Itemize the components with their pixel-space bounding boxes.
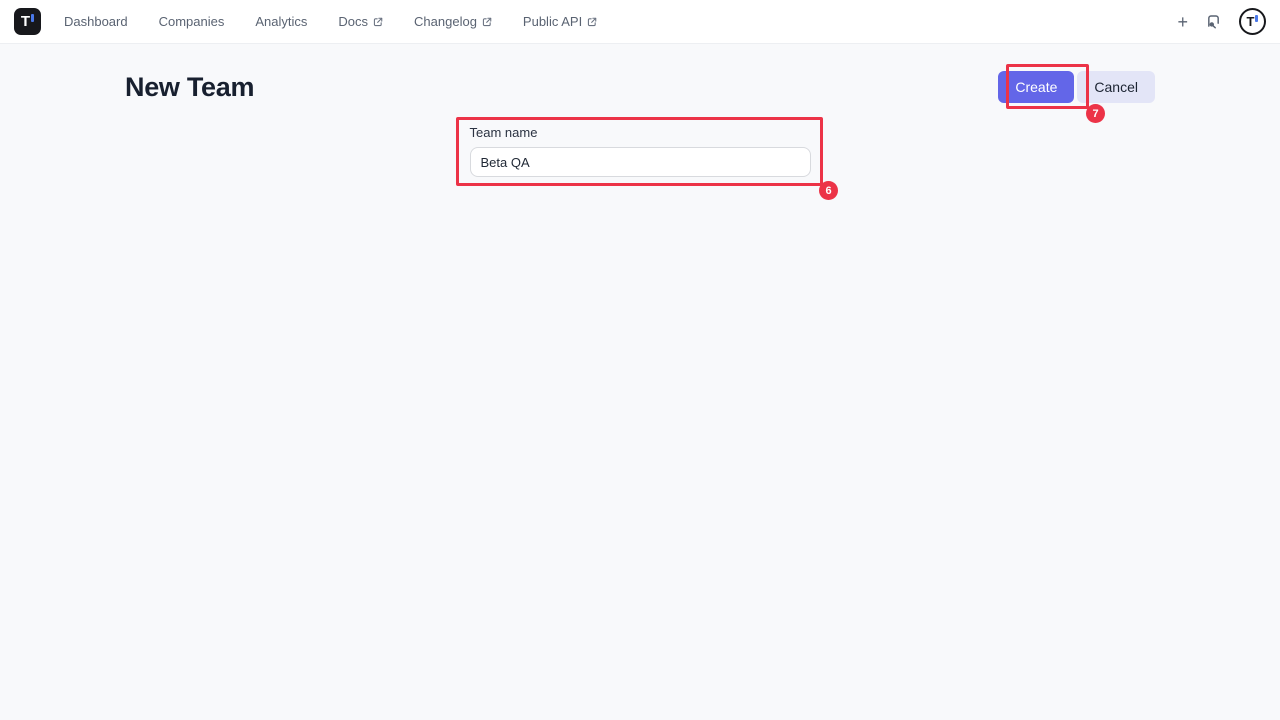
avatar-accent	[1255, 15, 1258, 22]
new-team-form: Team name	[470, 125, 811, 177]
app-logo[interactable]: T	[14, 8, 41, 35]
page-actions: Create Cancel	[998, 71, 1155, 103]
page-header: New Team Create Cancel	[125, 71, 1155, 103]
nav-item-dashboard[interactable]: Dashboard	[64, 14, 128, 29]
nav-item-docs-label: Docs	[338, 14, 368, 29]
team-name-label: Team name	[470, 125, 811, 140]
nav-item-changelog[interactable]: Changelog	[414, 14, 492, 29]
nav-item-docs[interactable]: Docs	[338, 14, 383, 29]
nav-item-companies-label: Companies	[159, 14, 225, 29]
page-title: New Team	[125, 72, 254, 103]
cancel-button[interactable]: Cancel	[1077, 71, 1155, 103]
nav-item-analytics[interactable]: Analytics	[255, 14, 307, 29]
external-link-icon	[482, 17, 492, 27]
topbar-right-group: + T	[1177, 8, 1266, 35]
app-logo-letter: T	[21, 13, 30, 30]
nav-item-analytics-label: Analytics	[255, 14, 307, 29]
external-link-icon	[587, 17, 597, 27]
user-avatar[interactable]: T	[1239, 8, 1266, 35]
external-link-icon	[373, 17, 383, 27]
nav-item-companies[interactable]: Companies	[159, 14, 225, 29]
nav-item-changelog-label: Changelog	[414, 14, 477, 29]
nav-item-public-api[interactable]: Public API	[523, 14, 597, 29]
nav-item-public-api-label: Public API	[523, 14, 582, 29]
avatar-letter: T	[1247, 14, 1255, 29]
team-name-input[interactable]	[470, 147, 811, 177]
main-content: New Team Create Cancel Team name	[125, 71, 1155, 177]
nav-item-dashboard-label: Dashboard	[64, 14, 128, 29]
top-navigation-bar: T Dashboard Companies Analytics Docs Cha…	[0, 0, 1280, 44]
annotation-badge-6: 6	[819, 181, 838, 200]
create-button[interactable]: Create	[998, 71, 1074, 103]
add-button[interactable]: +	[1177, 13, 1188, 31]
app-logo-accent	[31, 14, 34, 22]
main-nav: Dashboard Companies Analytics Docs Chang…	[64, 14, 597, 29]
search-docs-icon[interactable]	[1205, 13, 1222, 30]
